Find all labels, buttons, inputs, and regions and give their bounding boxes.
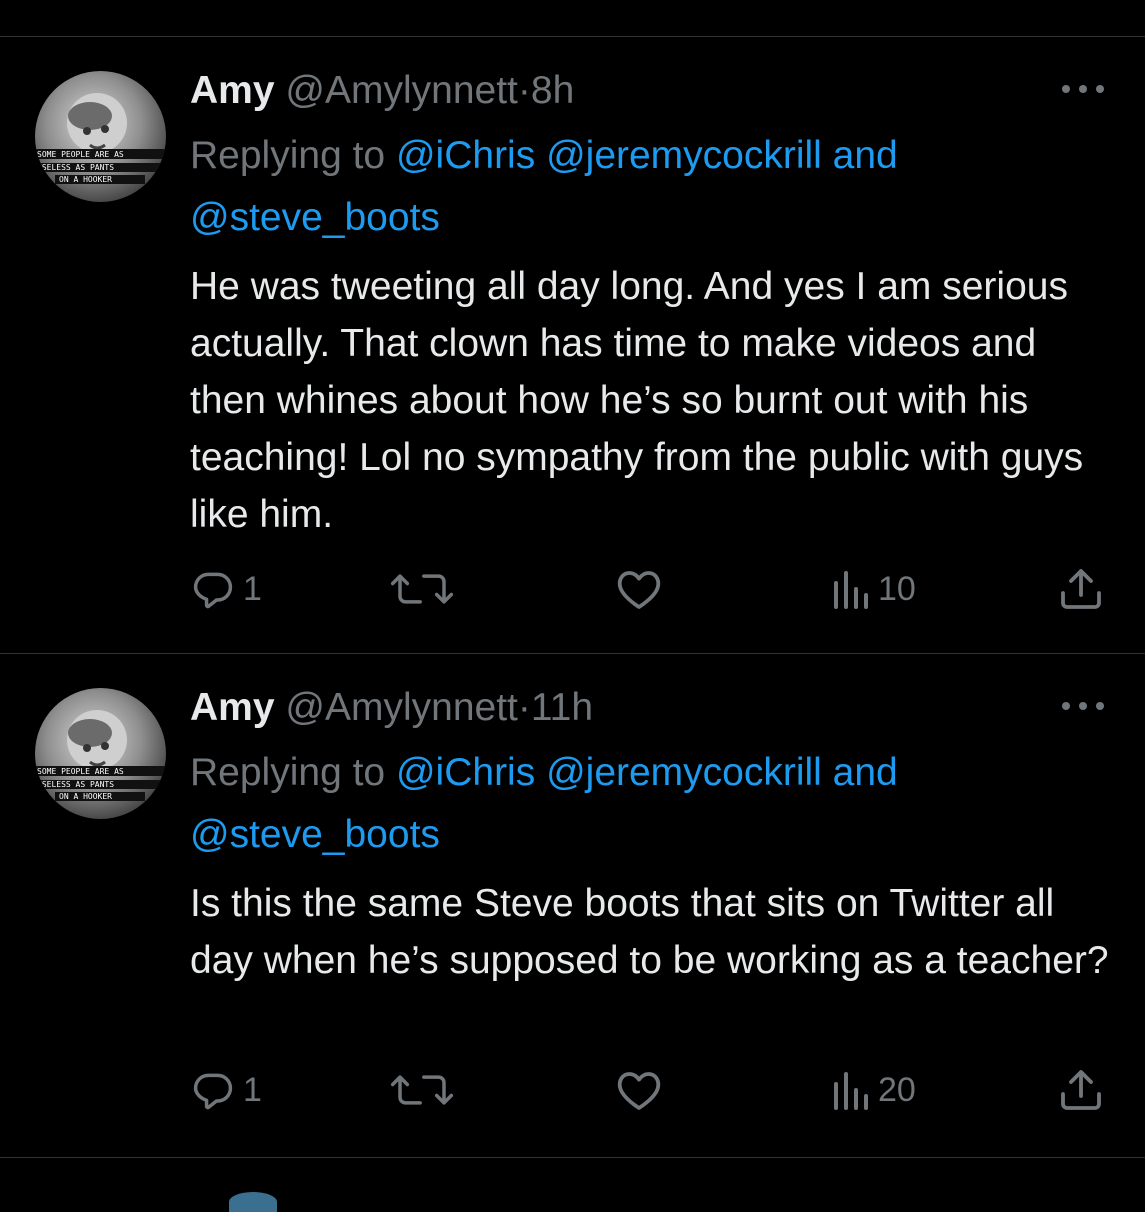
more-icon[interactable] [1060, 698, 1106, 714]
retweet-button[interactable] [387, 564, 457, 614]
svg-text:SOME PEOPLE ARE AS: SOME PEOPLE ARE AS [37, 767, 124, 776]
display-name[interactable]: Amy [190, 686, 275, 729]
tweet[interactable]: SOME PEOPLE ARE AS USELESS AS PANTS ON A… [0, 37, 1145, 653]
mention-link[interactable]: @jeremycockrill [546, 134, 822, 177]
tweet-header: Amy @Amylynnett·8h [190, 67, 574, 115]
tweet-header: Amy @Amylynnett·11h [190, 684, 593, 732]
views-button[interactable]: 20 [830, 1065, 916, 1115]
views-count: 20 [878, 1070, 916, 1109]
like-button[interactable] [615, 564, 663, 614]
next-tweet-avatar[interactable] [229, 1192, 277, 1212]
replying-label: Replying to [190, 751, 396, 794]
reply-icon [191, 567, 235, 611]
tweet[interactable]: SOME PEOPLE ARE AS USELESS AS PANTS ON A… [0, 654, 1145, 1157]
views-button[interactable]: 10 [830, 564, 916, 614]
avatar[interactable]: SOME PEOPLE ARE AS USELESS AS PANTS ON A… [35, 688, 166, 819]
views-icon [830, 567, 870, 611]
separator: · [517, 686, 531, 729]
tweet-actions: 1 20 [0, 1065, 1145, 1115]
like-button[interactable] [615, 1065, 663, 1115]
timestamp[interactable]: 11h [531, 686, 593, 729]
timestamp[interactable]: 8h [531, 69, 574, 112]
reply-icon [191, 1068, 235, 1112]
replying-and[interactable]: and [822, 751, 898, 794]
mention-link[interactable]: @iChris [396, 751, 535, 794]
timeline-divider [0, 1157, 1145, 1158]
svg-text:ON A HOOKER: ON A HOOKER [59, 175, 112, 184]
display-name[interactable]: Amy [190, 69, 275, 112]
reply-count: 1 [243, 569, 262, 608]
more-icon[interactable] [1060, 81, 1106, 97]
svg-text:ON A HOOKER: ON A HOOKER [59, 792, 112, 801]
user-handle[interactable]: @Amylynnett [285, 69, 518, 112]
svg-text:USELESS AS PANTS: USELESS AS PANTS [37, 780, 114, 789]
user-handle[interactable]: @Amylynnett [285, 686, 518, 729]
svg-text:SOME PEOPLE ARE AS: SOME PEOPLE ARE AS [37, 150, 124, 159]
views-icon [830, 1068, 870, 1112]
share-icon [1057, 565, 1105, 613]
reply-button[interactable]: 1 [191, 1065, 262, 1115]
avatar-image: SOME PEOPLE ARE AS USELESS AS PANTS ON A… [35, 710, 166, 801]
svg-text:USELESS AS PANTS: USELESS AS PANTS [37, 163, 114, 172]
reply-button[interactable]: 1 [191, 564, 262, 614]
share-button[interactable] [1057, 1065, 1105, 1115]
heart-icon [615, 567, 663, 611]
tweet-actions: 1 10 [0, 564, 1145, 614]
mention-link[interactable]: @iChris [396, 134, 535, 177]
retweet-icon [387, 567, 457, 611]
tweet-text: Is this the same Steve boots that sits o… [190, 882, 1109, 982]
reply-count: 1 [243, 1070, 262, 1109]
retweet-icon [387, 1068, 457, 1112]
share-icon [1057, 1066, 1105, 1114]
share-button[interactable] [1057, 564, 1105, 614]
replying-label: Replying to [190, 134, 396, 177]
mention-link[interactable]: @jeremycockrill [546, 751, 822, 794]
mention-link[interactable]: @steve_boots [190, 196, 440, 239]
replying-to: Replying to @iChris @jeremycockrill and @… [190, 742, 1090, 866]
tweet-text: He was tweeting all day long. And yes I … [190, 265, 1084, 536]
replying-and[interactable]: and [822, 134, 898, 177]
mention-link[interactable]: @steve_boots [190, 813, 440, 856]
views-count: 10 [878, 569, 916, 608]
avatar[interactable]: SOME PEOPLE ARE AS USELESS AS PANTS ON A… [35, 71, 166, 202]
separator: · [517, 69, 531, 112]
avatar-image: SOME PEOPLE ARE AS USELESS AS PANTS ON A… [35, 93, 166, 184]
replying-to: Replying to @iChris @jeremycockrill and @… [190, 125, 1090, 249]
heart-icon [615, 1068, 663, 1112]
retweet-button[interactable] [387, 1065, 457, 1115]
